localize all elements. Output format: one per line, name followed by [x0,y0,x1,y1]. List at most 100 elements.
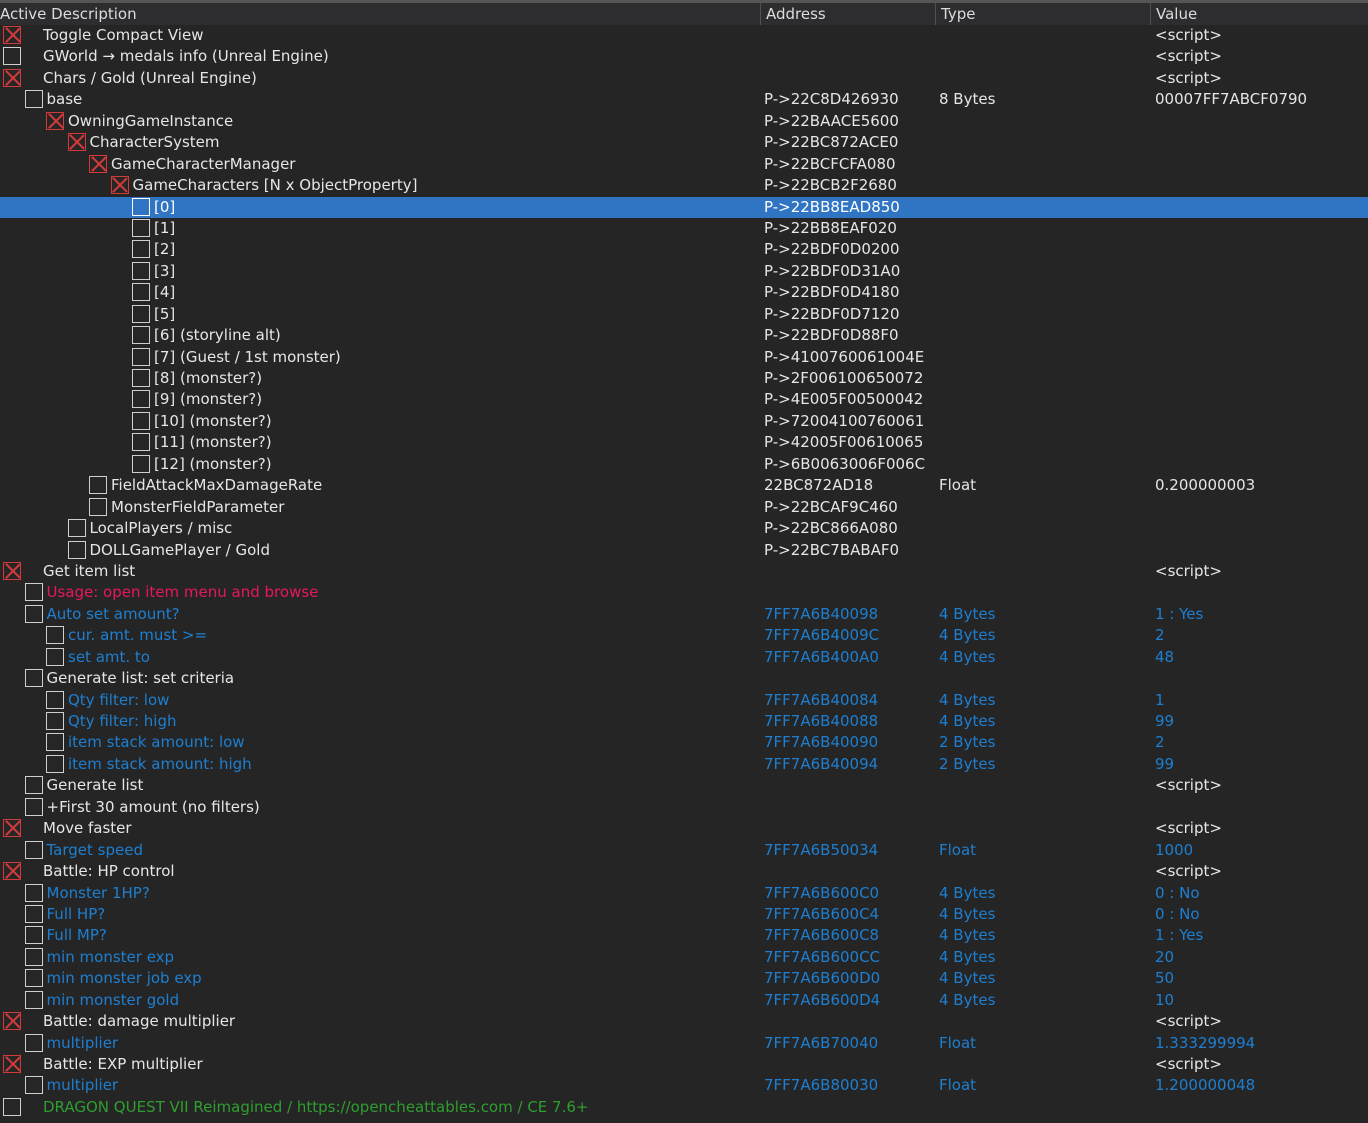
table-row[interactable]: base P->22C8D426930 8 Bytes 00007FF7ABCF079… [0,89,1368,110]
table-row[interactable]: GWorld → medals info (Unreal Engine) <scr… [0,46,1368,67]
table-row[interactable]: set amt. to 7FF7A6B400A0 4 Bytes 48 [0,647,1368,668]
table-row[interactable]: [11] (monster?) P->42005F00610065 [0,432,1368,453]
active-checkbox[interactable] [46,690,64,709]
active-checkbox[interactable] [46,754,64,773]
column-divider[interactable] [935,3,936,25]
active-checkbox[interactable] [132,369,150,387]
table-row[interactable]: cur. amt. must >= 7FF7A6B4009C 4 Bytes 2 [0,625,1368,646]
active-checkbox-checked[interactable] [67,133,86,152]
table-row[interactable]: [3] P->22BDF0D31A0 [0,261,1368,282]
header-active-description[interactable]: Active Description [0,5,137,23]
table-row[interactable]: Toggle Compact View <script> [0,25,1368,46]
active-checkbox[interactable] [67,519,86,538]
table-row[interactable]: [0] P->22BB8EAD850 [0,196,1368,218]
table-row[interactable]: Qty filter: high 7FF7A6B40088 4 Bytes 99 [0,711,1368,732]
active-checkbox-checked[interactable] [3,561,21,580]
table-row[interactable]: min monster job exp 7FF7A6B600D0 4 Bytes 50 [0,968,1368,989]
active-checkbox[interactable] [3,47,21,66]
active-checkbox[interactable] [24,1033,43,1052]
active-checkbox[interactable] [24,669,43,688]
active-checkbox[interactable] [132,347,150,366]
active-checkbox[interactable] [24,1076,43,1095]
table-row[interactable]: [5] P->22BDF0D7120 [0,304,1368,325]
table-row[interactable]: Target speed 7FF7A6B50034 Float 1000 [0,840,1368,861]
active-checkbox-checked[interactable] [3,1055,21,1073]
table-row[interactable]: DOLLGamePlayer / Gold P->22BC7BABAF0 [0,540,1368,561]
table-row[interactable]: Move faster <script> [0,818,1368,839]
active-checkbox[interactable] [24,776,43,795]
active-checkbox-checked[interactable] [110,176,129,195]
active-checkbox[interactable] [46,626,64,645]
table-row[interactable]: [6] (storyline alt) P->22BDF0D88F0 [0,325,1368,346]
active-checkbox[interactable] [24,947,43,966]
table-row[interactable]: item stack amount: high 7FF7A6B40094 2 Byt… [0,754,1368,775]
table-row[interactable]: Usage: open item menu and browse [0,582,1368,603]
active-checkbox-checked[interactable] [3,1012,21,1031]
table-row[interactable]: min monster exp 7FF7A6B600CC 4 Bytes 20 [0,947,1368,968]
active-checkbox[interactable] [132,261,150,280]
column-divider[interactable] [760,3,761,25]
table-row[interactable]: [9] (monster?) P->4E005F00500042 [0,389,1368,410]
table-row[interactable]: Get item list <script> [0,561,1368,582]
active-checkbox[interactable] [132,454,150,473]
header-address[interactable]: Address [766,5,826,23]
active-checkbox[interactable] [89,497,107,516]
table-row[interactable]: Auto set amount? 7FF7A6B40098 4 Bytes 1 : Y… [0,604,1368,625]
active-checkbox[interactable] [24,583,43,602]
table-row[interactable]: [8] (monster?) P->2F006100650072 [0,368,1368,389]
column-divider[interactable] [1150,3,1151,25]
table-row[interactable]: Monster 1HP? 7FF7A6B600C0 4 Bytes 0 : No [0,883,1368,904]
table-row[interactable]: min monster gold 7FF7A6B600D4 4 Bytes 10 [0,990,1368,1011]
active-checkbox[interactable] [24,797,43,816]
active-checkbox[interactable] [132,218,150,237]
header-type[interactable]: Type [941,5,975,23]
table-row[interactable]: OwningGameInstance P->22BAACE5600 [0,111,1368,132]
active-checkbox[interactable] [132,390,150,409]
active-checkbox[interactable] [132,433,150,452]
active-checkbox[interactable] [132,240,150,259]
table-row[interactable]: Full HP? 7FF7A6B600C4 4 Bytes 0 : No [0,904,1368,925]
active-checkbox[interactable] [46,647,64,666]
active-checkbox[interactable] [132,411,150,430]
table-row[interactable]: Generate list: set criteria [0,668,1368,689]
active-checkbox[interactable] [24,990,43,1009]
header-value[interactable]: Value [1156,5,1197,23]
table-row[interactable]: FieldAttackMaxDamageRate 22BC872AD18 Float… [0,475,1368,496]
table-row[interactable]: Generate list <script> [0,775,1368,796]
active-checkbox[interactable] [3,1097,21,1116]
active-checkbox[interactable] [46,712,64,730]
active-checkbox-checked[interactable] [3,68,21,87]
active-checkbox-checked[interactable] [46,111,64,130]
table-row[interactable]: MonsterFieldParameter P->22BCAF9C460 [0,497,1368,518]
active-checkbox[interactable] [46,733,64,752]
active-checkbox-checked[interactable] [89,154,107,173]
active-checkbox[interactable] [24,90,43,109]
table-row[interactable]: Qty filter: low 7FF7A6B40084 4 Bytes 1 [0,690,1368,711]
table-row[interactable]: [1] P->22BB8EAF020 [0,218,1368,239]
table-row[interactable]: [10] (monster?) P->72004100760061 [0,411,1368,432]
table-row[interactable]: DRAGON QUEST VII Reimagined / https://op… [0,1097,1368,1118]
table-row[interactable]: item stack amount: low 7FF7A6B40090 2 Byte… [0,732,1368,753]
table-row[interactable]: GameCharacterManager P->22BCFCFA080 [0,154,1368,175]
table-row[interactable]: [4] P->22BDF0D4180 [0,282,1368,303]
table-row[interactable]: LocalPlayers / misc P->22BC866A080 [0,518,1368,539]
table-row[interactable]: CharacterSystem P->22BC872ACE0 [0,132,1368,153]
table-row[interactable]: [12] (monster?) P->6B0063006F006C [0,454,1368,475]
active-checkbox[interactable] [89,476,107,495]
table-row[interactable]: Battle: damage multiplier <script> [0,1011,1368,1032]
active-checkbox[interactable] [132,304,150,323]
active-checkbox-checked[interactable] [3,26,21,44]
active-checkbox[interactable] [24,883,43,902]
table-row[interactable]: Full MP? 7FF7A6B600C8 4 Bytes 1 : Yes [0,925,1368,946]
active-checkbox[interactable] [24,604,43,623]
table-row[interactable]: GameCharacters [N x ObjectProperty] P->22… [0,175,1368,196]
active-checkbox[interactable] [132,197,150,216]
table-row[interactable]: Battle: HP control <script> [0,861,1368,882]
table-row[interactable]: [2] P->22BDF0D0200 [0,239,1368,260]
active-checkbox[interactable] [24,926,43,945]
active-checkbox[interactable] [24,904,43,923]
table-row[interactable]: Chars / Gold (Unreal Engine) <script> [0,68,1368,89]
active-checkbox[interactable] [132,283,150,302]
active-checkbox-checked[interactable] [3,819,21,838]
active-checkbox[interactable] [67,540,86,559]
